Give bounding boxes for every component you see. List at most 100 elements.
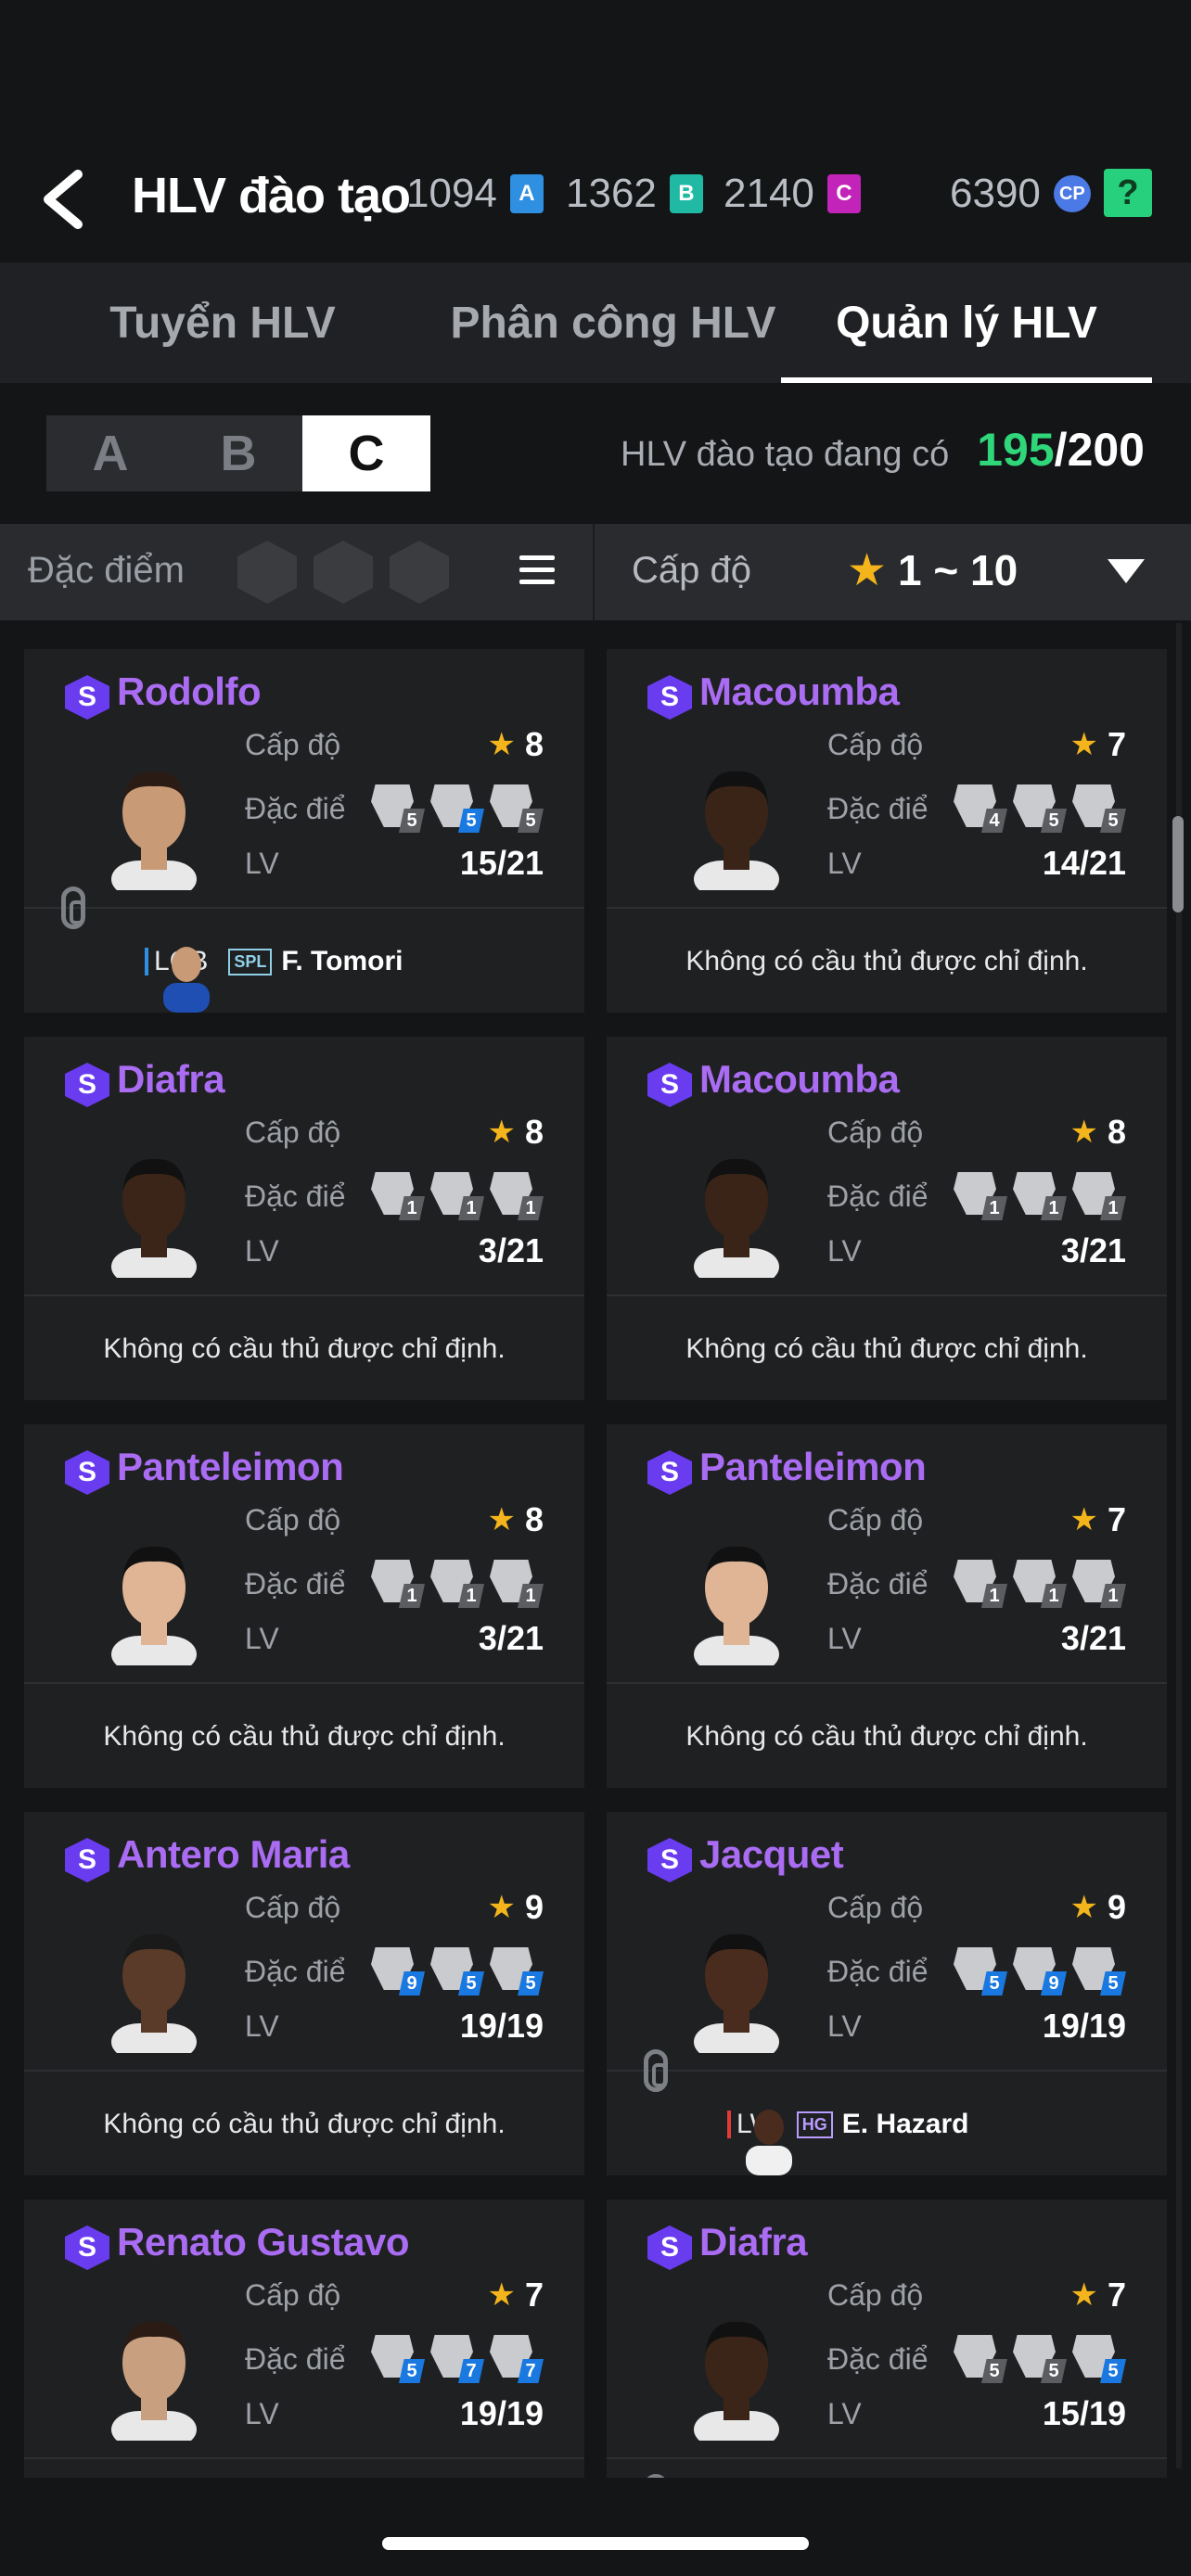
home-indicator[interactable] xyxy=(382,2537,809,2550)
level-row: Cấp độ ★ 9 xyxy=(245,1888,544,1927)
currency-cp: 6390 CP xyxy=(950,171,1091,217)
level-range: ★ 1 ~ 10 xyxy=(847,544,1018,596)
tab-assign-coach[interactable]: Phân công HLV xyxy=(445,262,781,383)
coach-name: Panteleimon xyxy=(699,1445,927,1488)
help[interactable]: ? xyxy=(1091,169,1152,217)
tab-manage-coach[interactable]: Quản lý HLV xyxy=(781,262,1152,383)
group-b-button[interactable]: B xyxy=(174,415,302,491)
trait-icon: 1 xyxy=(490,1172,544,1220)
coach-name: Diafra xyxy=(117,1057,225,1101)
tab-bar: Tuyển HLV Phân công HLV Quản lý HLV xyxy=(0,262,1191,383)
level-filter[interactable]: Cấp độ ★ 1 ~ 10 xyxy=(595,524,1191,620)
coach-count-current: 195 xyxy=(977,424,1055,476)
trait-row: Đặc điểm 1 1 1 xyxy=(827,1172,1126,1220)
currency-a-icon: A xyxy=(509,174,544,213)
coach-card[interactable]: S Macoumba Cấp độ ★ 7 Đặc điểm 4 5 xyxy=(607,649,1167,1013)
assigned-player[interactable]: LCB SPL F. Tomori xyxy=(24,911,584,1013)
divider xyxy=(24,907,584,909)
coach-card[interactable]: S Antero Maria Cấp độ ★9 Đặc điểm 9 5 xyxy=(24,1812,584,2175)
star-icon: ★ xyxy=(487,1115,516,1150)
help-icon[interactable]: ? xyxy=(1104,169,1152,217)
star-icon: ★ xyxy=(1069,1502,1098,1537)
lv-row: LV 3/21 xyxy=(245,1231,544,1270)
rarity-s-badge: S xyxy=(647,1450,692,1495)
lv-row: LV 3/21 xyxy=(827,1231,1126,1270)
coach-card[interactable]: S Panteleimon Cấp độ ★8 Đặc điểm 1 1 xyxy=(24,1424,584,1788)
coach-name: Jacquet xyxy=(699,1832,844,1876)
trait-icon: 1 xyxy=(1013,1560,1067,1608)
trait-icon: 5 xyxy=(371,784,425,833)
trait-icon: 5 xyxy=(430,1947,484,1996)
star-icon: ★ xyxy=(487,2277,516,2313)
coach-card[interactable]: S Diafra Cấp độ ★8 Đặc điểm 1 1 xyxy=(24,1037,584,1400)
dropdown-arrow-icon[interactable] xyxy=(1108,559,1145,583)
rarity-s-badge: S xyxy=(65,1063,109,1107)
trait-slot-2[interactable] xyxy=(314,541,373,604)
coach-level: 8 xyxy=(1107,1113,1126,1151)
coach-portrait xyxy=(111,1546,197,1665)
divider xyxy=(24,1682,584,1684)
page-title: HLV đào tạo xyxy=(132,168,411,223)
rarity-s-badge: S xyxy=(647,2225,692,2270)
trait-label: Đặc điểm xyxy=(827,791,929,825)
coach-name: Renato Gustavo xyxy=(117,2220,410,2264)
link-icon xyxy=(61,886,85,929)
rarity-s-badge: S xyxy=(65,1450,109,1495)
trait-label: Đặc điểm xyxy=(827,1566,929,1600)
coach-lv: 3/21 xyxy=(478,1231,544,1269)
currency-c-value: 2140 xyxy=(724,171,814,216)
coach-card[interactable]: S Panteleimon Cấp độ ★ 7 Đặc điểm 1 1 xyxy=(607,1424,1167,1788)
level-label: Cấp độ xyxy=(245,727,341,761)
trait-label: Đặc điểm xyxy=(827,1954,929,1988)
star-icon: ★ xyxy=(1069,2277,1098,2313)
coach-card[interactable]: S Rodolfo Cấp độ ★8 Đặc điểm 5 5 xyxy=(24,649,584,1013)
trait-icon: 7 xyxy=(430,2335,484,2383)
lv-label: LV xyxy=(827,846,862,880)
player-name: F. Tomori xyxy=(281,946,403,976)
divider xyxy=(607,1294,1167,1296)
trait-icon: 5 xyxy=(1072,1947,1126,1996)
lv-label: LV xyxy=(827,2396,862,2430)
lv-label: LV xyxy=(245,846,279,880)
lv-row: LV 3/21 xyxy=(827,1619,1126,1658)
coach-name: Macoumba xyxy=(699,670,900,713)
trait-row: Đặc điểm 5 7 7 xyxy=(245,2335,544,2383)
trait-filter[interactable]: Đặc điểm c xyxy=(0,524,595,620)
trait-row: Đặc điểm 5 9 5 xyxy=(827,1947,1126,1996)
lv-row: LV 19/19 xyxy=(245,2394,544,2433)
coach-card[interactable]: S Macoumba Cấp độ ★ 8 Đặc điểm 1 1 xyxy=(607,1037,1167,1400)
level-row: Cấp độ ★ 7 xyxy=(827,2276,1126,2315)
trait-slot-3[interactable] xyxy=(390,541,449,604)
star-icon: ★ xyxy=(1069,1115,1098,1150)
coach-card[interactable]: S Renato Gustavo Cấp độ ★7 Đặc điểm 5 7 xyxy=(24,2200,584,2478)
trait-icon: 5 xyxy=(1072,784,1126,833)
level-row: Cấp độ ★ 7 xyxy=(827,1500,1126,1539)
rarity-s-badge: S xyxy=(65,675,109,720)
coach-name: Rodolfo xyxy=(117,670,262,713)
coach-portrait xyxy=(694,771,779,890)
back-arrow-icon[interactable] xyxy=(37,169,93,230)
currency-b: 1362 B xyxy=(566,171,703,217)
rarity-s-badge: S xyxy=(65,2225,109,2270)
group-a-button[interactable]: A xyxy=(46,415,174,491)
divider xyxy=(607,2070,1167,2072)
header: HLV đào tạo 1094 A 1362 B 2140 C 6390 CP… xyxy=(0,139,1191,260)
assigned-player[interactable]: LW HG E. Hazard xyxy=(607,2073,1167,2175)
cp-coin-icon: CP xyxy=(1053,175,1091,212)
trait-slot-1[interactable] xyxy=(237,541,297,604)
lv-row: LV 15/21 xyxy=(245,844,544,883)
coach-lv: 14/21 xyxy=(1042,844,1126,882)
level-label: Cấp độ xyxy=(827,727,924,761)
lv-label: LV xyxy=(827,1621,862,1655)
coach-card[interactable]: S Diafra Cấp độ ★7 Đặc điểm 5 5 xyxy=(607,2200,1167,2478)
coach-portrait xyxy=(111,771,197,890)
group-c-button[interactable]: C xyxy=(302,415,430,491)
coach-card[interactable]: S Jacquet Cấp độ ★9 Đặc điểm 5 9 xyxy=(607,1812,1167,2175)
level-label: Cấp độ xyxy=(827,2277,924,2312)
currency-a: 1094 A xyxy=(406,171,544,217)
trait-icon: 5 xyxy=(371,2335,425,2383)
no-player-text: Không có cầu thủ được chỉ định. xyxy=(685,1333,1088,1364)
level-label: Cấp độ xyxy=(827,1890,924,1924)
tab-recruit-coach[interactable]: Tuyển HLV xyxy=(0,262,445,383)
menu-icon[interactable] xyxy=(519,555,555,589)
